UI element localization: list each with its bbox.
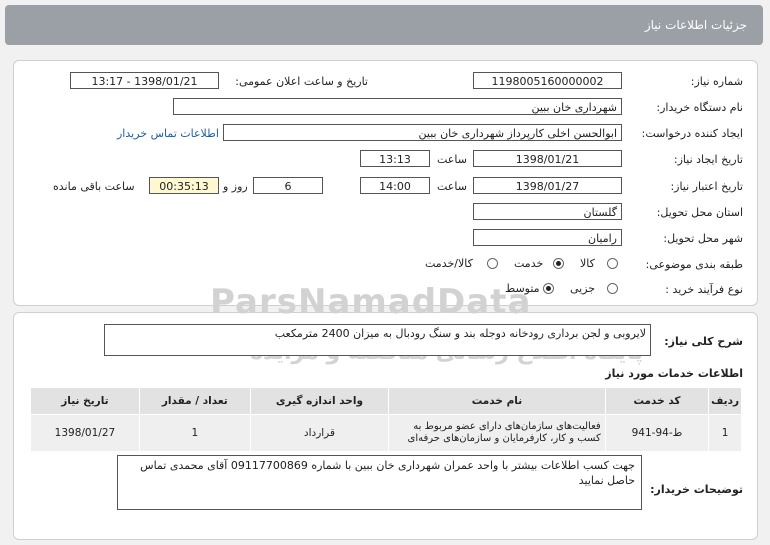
process-minor-label: جزیی: [570, 282, 596, 295]
services-table: ردیف کد خدمت نام خدمت واحد اندازه گیری ت…: [30, 387, 742, 452]
buyer-org-field: شهرداری خان ببین: [173, 98, 622, 115]
description-label: شرح کلی نیاز:: [664, 335, 743, 348]
cell-service-code: ط-94-941: [604, 414, 710, 452]
category-goods-label: کالا: [580, 257, 595, 270]
buyer-notes-label: توضیحات خریدار:: [650, 483, 743, 496]
category-goods-radio[interactable]: [607, 258, 618, 269]
category-label: طبقه بندی موضوعی:: [645, 258, 743, 271]
cell-row: 1: [708, 414, 742, 452]
validity-time-field: 14:00: [360, 177, 430, 194]
created-time-field: 13:13: [360, 150, 430, 167]
col-unit: واحد اندازه گیری: [249, 387, 390, 415]
buyer-contact-link[interactable]: اطلاعات تماس خریدار: [117, 127, 219, 140]
cell-quantity: 1: [138, 414, 251, 452]
need-number-label: شماره نیاز:: [690, 75, 743, 88]
requester-label: ایجاد کننده درخواست:: [641, 127, 743, 140]
city-label: شهر محل تحویل:: [663, 232, 743, 245]
col-need-date: تاریخ نیاز: [30, 387, 140, 415]
created-time-label: ساعت: [437, 153, 467, 166]
col-service-name: نام خدمت: [388, 387, 606, 415]
created-date-label: تاریخ ایجاد نیاز:: [673, 153, 743, 166]
category-service-radio[interactable]: [553, 258, 564, 269]
services-section-title: اطلاعات خدمات مورد نیاز: [605, 367, 743, 380]
days-label: روز و: [223, 180, 248, 193]
cell-service-name: فعالیت‌های سازمان‌های دارای عضو مربوط به…: [388, 414, 606, 452]
need-number-field: 1198005160000002: [473, 72, 622, 89]
days-remaining-field: 6: [253, 177, 323, 194]
time-remaining-label: ساعت باقی مانده: [53, 180, 135, 193]
col-row: ردیف: [708, 387, 742, 415]
col-quantity: تعداد / مقدار: [138, 387, 251, 415]
validity-time-label: ساعت: [437, 180, 467, 193]
col-service-code: کد خدمت: [604, 387, 710, 415]
city-field: رامیان: [473, 229, 622, 246]
buyer-notes-field: جهت کسب اطلاعات بیشتر با واحد عمران شهرد…: [117, 455, 642, 510]
process-medium-label: متوسط: [505, 282, 540, 295]
cell-need-date: 1398/01/27: [30, 414, 140, 452]
process-medium-radio[interactable]: [543, 283, 554, 294]
province-label: استان محل تحویل:: [656, 206, 743, 219]
announce-label: تاریخ و ساعت اعلان عمومی:: [235, 75, 368, 88]
announce-field: 1398/01/21 - 13:17: [70, 72, 219, 89]
table-row: 1 ط-94-941 فعالیت‌های سازمان‌های دارای ع…: [30, 414, 742, 452]
time-remaining-field: 00:35:13: [149, 177, 219, 194]
category-service-label: خدمت: [514, 257, 544, 270]
window-title: جزئیات اطلاعات نیاز: [644, 18, 747, 32]
validity-date-field: 1398/01/27: [473, 177, 622, 194]
validity-date-label: تاریخ اعتبار نیاز:: [670, 180, 743, 193]
created-date-field: 1398/01/21: [473, 150, 622, 167]
cell-unit: قرارداد: [249, 414, 390, 452]
category-goods-service-radio[interactable]: [487, 258, 498, 269]
category-goods-service-label: کالا/خدمت: [425, 257, 473, 270]
process-label: نوع فرآیند خرید :: [665, 283, 743, 296]
buyer-org-label: نام دستگاه خریدار:: [656, 101, 743, 114]
watermark-brand: ParsNamadData: [210, 282, 532, 322]
province-field: گلستان: [473, 203, 622, 220]
description-field: لایروبی و لجن برداری رودخانه دوجله بند و…: [104, 324, 651, 356]
window-titlebar: جزئیات اطلاعات نیاز: [5, 5, 763, 45]
requester-field: ابوالحسن اخلی کارپرداز شهرداری خان ببین: [223, 124, 622, 141]
process-minor-radio[interactable]: [607, 283, 618, 294]
